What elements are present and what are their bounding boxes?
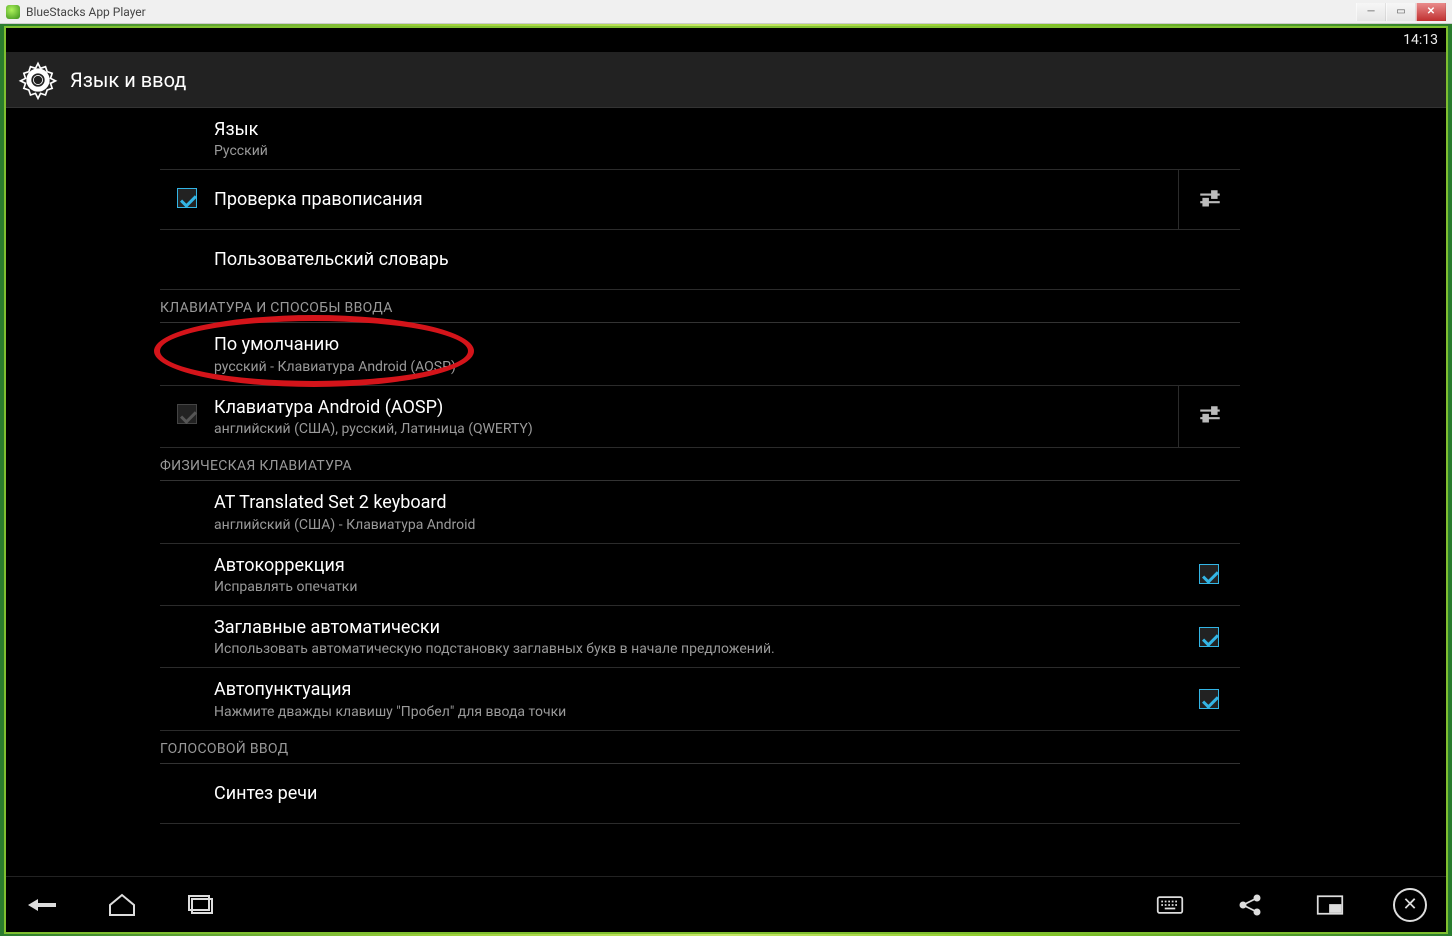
- close-icon: ✕: [1393, 888, 1427, 922]
- row-subtitle: русский - Клавиатура Android (AOSP): [214, 359, 1240, 375]
- nav-share-button[interactable]: [1228, 883, 1272, 927]
- window-controls: ─ ▭ ✕: [1356, 3, 1446, 21]
- minimize-button[interactable]: ─: [1356, 3, 1386, 21]
- row-subtitle: Исправлять опечатки: [214, 579, 1178, 595]
- row-default-keyboard[interactable]: По умолчанию русский - Клавиатура Androi…: [160, 323, 1240, 385]
- nav-back-button[interactable]: [20, 883, 64, 927]
- nav-recents-button[interactable]: [180, 883, 224, 927]
- row-title: AT Translated Set 2 keyboard: [214, 491, 1240, 514]
- row-subtitle: английский (США) - Клавиатура Android: [214, 517, 1240, 533]
- window-title: BlueStacks App Player: [26, 5, 146, 19]
- checkbox-autopunct[interactable]: [1199, 689, 1219, 709]
- row-autocorrect[interactable]: Автокоррекция Исправлять опечатки: [160, 544, 1240, 606]
- row-title: Автокоррекция: [214, 554, 1178, 577]
- row-subtitle: Русский: [214, 143, 1240, 159]
- row-title: Проверка правописания: [214, 188, 1178, 211]
- row-spellcheck[interactable]: Проверка правописания: [160, 170, 1240, 230]
- android-nav-bar: ✕: [6, 876, 1446, 932]
- checkbox-autocorrect[interactable]: [1199, 564, 1219, 584]
- nav-home-button[interactable]: [100, 883, 144, 927]
- sliders-icon: [1197, 187, 1223, 213]
- sliders-icon: [1197, 403, 1223, 429]
- section-voice-input: ГОЛОСОВОЙ ВВОД: [160, 731, 1240, 764]
- android-status-bar: 14:13: [6, 28, 1446, 52]
- row-language[interactable]: Язык Русский: [160, 108, 1240, 170]
- row-title: Автопунктуация: [214, 678, 1178, 701]
- section-keyboard: КЛАВИАТУРА И СПОСОБЫ ВВОДА: [160, 290, 1240, 323]
- page-title: Язык и ввод: [70, 68, 186, 92]
- row-title: По умолчанию: [214, 333, 1240, 356]
- clock: 14:13: [1403, 32, 1438, 48]
- nav-close-button[interactable]: ✕: [1388, 883, 1432, 927]
- row-aosp-keyboard[interactable]: Клавиатура Android (AOSP) английский (СШ…: [160, 386, 1240, 448]
- row-subtitle: английский (США), русский, Латиница (QWE…: [214, 421, 1178, 437]
- row-title: Язык: [214, 118, 1240, 141]
- aosp-settings-button[interactable]: [1178, 386, 1240, 447]
- section-physical-keyboard: ФИЗИЧЕСКАЯ КЛАВИАТУРА: [160, 448, 1240, 481]
- settings-action-bar[interactable]: Язык и ввод: [6, 52, 1446, 108]
- row-title: Синтез речи: [214, 782, 1240, 805]
- row-tts[interactable]: Синтез речи: [160, 764, 1240, 824]
- checkbox-spellcheck[interactable]: [177, 188, 197, 208]
- maximize-button[interactable]: ▭: [1386, 3, 1416, 21]
- checkbox-autocap[interactable]: [1199, 627, 1219, 647]
- window-titlebar: BlueStacks App Player ─ ▭ ✕: [0, 0, 1452, 24]
- row-title: Клавиатура Android (AOSP): [214, 396, 1178, 419]
- row-autocap[interactable]: Заглавные автоматически Использовать авт…: [160, 606, 1240, 668]
- close-button[interactable]: ✕: [1416, 3, 1446, 21]
- checkbox-aosp: [177, 404, 197, 424]
- nav-fullscreen-button[interactable]: [1308, 883, 1352, 927]
- row-autopunct[interactable]: Автопунктуация Нажмите дважды клавишу "П…: [160, 668, 1240, 730]
- settings-content: Язык Русский Проверка правописания Польз…: [6, 108, 1446, 876]
- emulator-viewport: 14:13 Язык и ввод Язык Русский Проверка …: [4, 26, 1448, 934]
- nav-keyboard-button[interactable]: [1148, 883, 1192, 927]
- row-user-dictionary[interactable]: Пользовательский словарь: [160, 230, 1240, 290]
- spellcheck-settings-button[interactable]: [1178, 170, 1240, 229]
- row-subtitle: Использовать автоматическую подстановку …: [214, 641, 1178, 657]
- row-subtitle: Нажмите дважды клавишу "Пробел" для ввод…: [214, 704, 1178, 720]
- bluestacks-logo-icon: [6, 5, 20, 19]
- row-title: Заглавные автоматически: [214, 616, 1178, 639]
- row-physical-keyboard[interactable]: AT Translated Set 2 keyboard английский …: [160, 481, 1240, 543]
- settings-gear-icon: [18, 60, 58, 100]
- row-title: Пользовательский словарь: [214, 248, 1240, 271]
